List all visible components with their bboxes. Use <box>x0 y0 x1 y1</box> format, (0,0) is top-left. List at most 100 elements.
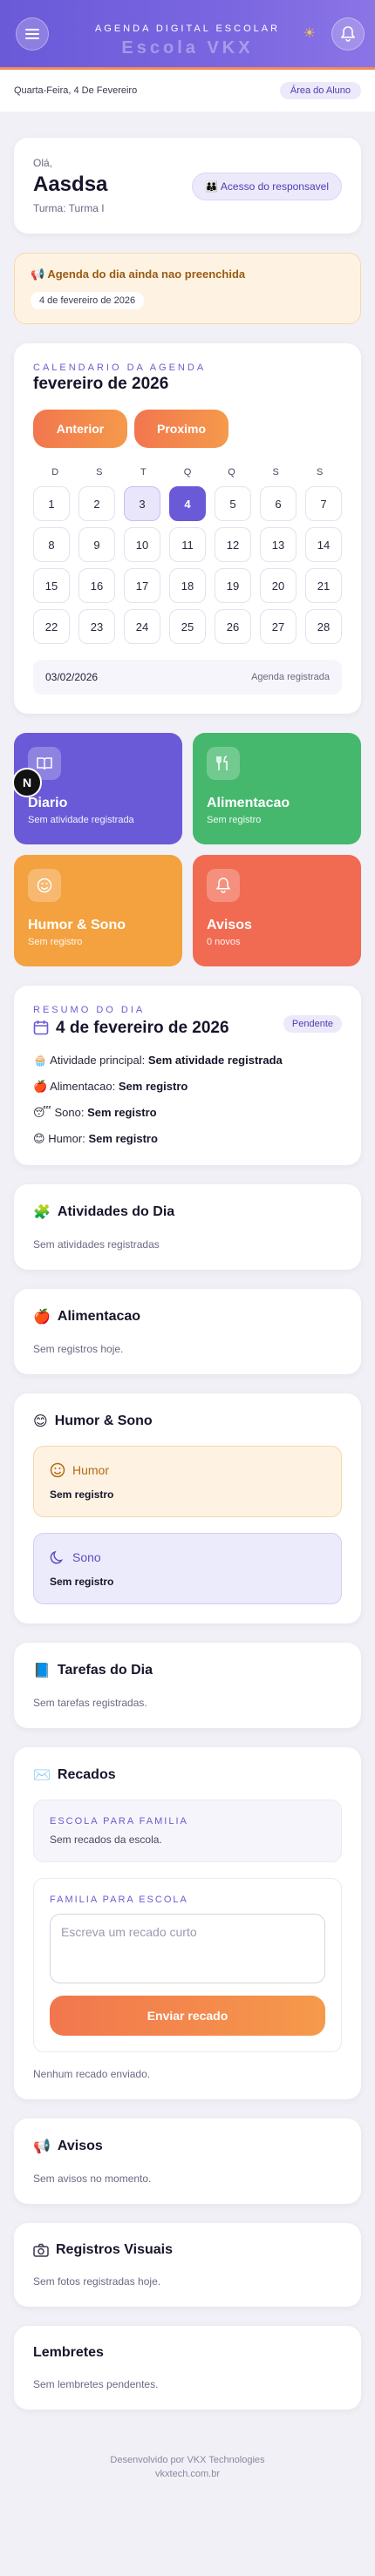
book-icon: 📘 <box>33 1664 51 1678</box>
section-title: Tarefas do Dia <box>57 1663 153 1678</box>
resumo-label: Alimentacao: <box>50 1080 116 1093</box>
calendar-day[interactable]: 25 <box>169 609 206 644</box>
resumo-row: 🧁 Atividade principal: Sem atividade reg… <box>33 1054 342 1068</box>
prev-month-button[interactable]: Anterior <box>33 410 127 448</box>
calendar-day[interactable]: 19 <box>215 568 251 603</box>
current-date: Quarta-Feira, 4 De Fevereiro <box>14 85 138 96</box>
calendar-day-registered[interactable]: 3 <box>124 486 160 521</box>
escola-recados-box: ESCOLA PARA FAMILIA Sem recados da escol… <box>33 1800 342 1862</box>
section-title: Humor & Sono <box>54 1413 153 1428</box>
calendar-icon <box>33 1020 49 1035</box>
resumo-value: Sem atividade registrada <box>147 1054 283 1067</box>
calendar-day[interactable]: 22 <box>33 609 70 644</box>
calendar-day[interactable]: 1 <box>33 486 70 521</box>
calendar-day[interactable]: 12 <box>215 527 251 562</box>
apple-icon: 🍎 <box>33 1080 48 1093</box>
section-title: Recados <box>57 1767 116 1782</box>
section-title: Alimentacao <box>57 1309 141 1324</box>
calendar-day[interactable]: 18 <box>169 568 206 603</box>
camera-icon <box>33 2243 49 2257</box>
tile-diario[interactable]: Diario Sem atividade registrada N <box>12 733 182 844</box>
humor-value: Sem registro <box>50 1488 114 1501</box>
smile-icon <box>50 1462 65 1478</box>
calendar-day[interactable]: 13 <box>260 527 297 562</box>
avisos-card: 📢 Avisos Sem avisos no momento. <box>14 2118 361 2204</box>
calendar-day[interactable]: 5 <box>215 486 251 521</box>
next-month-button[interactable]: Proximo <box>134 410 228 448</box>
recados-sent-text: Nenhum recado enviado. <box>33 2068 151 2080</box>
profile-card: Olá, Aasdsa Turma: Turma I 👪 Acesso do r… <box>14 138 361 234</box>
floating-n-badge[interactable]: N <box>12 768 42 797</box>
calendar-day[interactable]: 7 <box>305 486 342 521</box>
recado-input[interactable]: Escreva um recado curto <box>50 1914 325 1983</box>
bell-icon <box>207 869 240 902</box>
calendar-eyebrow: CALENDARIO DA AGENDA <box>33 363 207 373</box>
tile-alimentacao[interactable]: Alimentacao Sem registro <box>193 733 361 844</box>
tile-title: Alimentacao <box>207 796 290 810</box>
notifications-button[interactable] <box>331 17 365 51</box>
sun-icon[interactable]: ☀ <box>303 24 316 42</box>
calendar-day[interactable]: 27 <box>260 609 297 644</box>
resumo-row: 😊 Humor: Sem registro <box>33 1132 342 1146</box>
calendar-day[interactable]: 28 <box>305 609 342 644</box>
resumo-value: Sem registro <box>118 1080 188 1093</box>
calendar-day[interactable]: 24 <box>124 609 160 644</box>
calendar-day[interactable]: 16 <box>78 568 115 603</box>
area-aluno-pill[interactable]: Área do Aluno <box>279 82 361 99</box>
status-badge: Pendente <box>283 1015 342 1033</box>
weekday-header: D S T Q Q S S <box>33 467 342 478</box>
sleep-icon: 😴 <box>33 1106 51 1119</box>
tile-avisos[interactable]: Avisos 0 novos <box>193 855 361 966</box>
section-title: Lembretes <box>33 2345 104 2360</box>
sono-value: Sem registro <box>50 1576 114 1588</box>
calendar-footer: 03/02/2026 Agenda registrada <box>33 660 342 695</box>
date-input[interactable]: 03/02/2026 <box>45 671 98 683</box>
resumo-row: 🍎 Alimentacao: Sem registro <box>33 1080 342 1094</box>
section-title: Avisos <box>57 2139 103 2153</box>
tile-title: Avisos <box>207 918 252 932</box>
tile-subtitle: Sem registro <box>207 815 262 825</box>
date-bar: Quarta-Feira, 4 De Fevereiro Área do Alu… <box>0 70 375 112</box>
moon-icon <box>50 1550 64 1564</box>
calendar-day[interactable]: 11 <box>169 527 206 562</box>
weekday-label: D <box>51 467 59 478</box>
calendar-day[interactable]: 10 <box>124 527 160 562</box>
weekday-label: Q <box>228 467 235 478</box>
section-text: Sem lembretes pendentes. <box>33 2378 159 2390</box>
quick-tiles: Diario Sem atividade registrada N Alimen… <box>12 733 361 966</box>
footer-link[interactable]: vkxtech.com.br <box>0 2467 375 2481</box>
alert-date: 4 de fevereiro de 2026 <box>31 292 145 309</box>
bell-icon <box>341 26 355 42</box>
agenda-alert: 📢 Agenda do dia ainda nao preenchida 4 d… <box>14 253 361 324</box>
escola-text: Sem recados da escola. <box>50 1834 162 1846</box>
section-title: Registros Visuais <box>56 2242 173 2257</box>
resumo-value: Sem registro <box>87 1106 157 1119</box>
calendar-day[interactable]: 26 <box>215 609 251 644</box>
weekday-label: S <box>96 467 103 478</box>
humor-label: Humor <box>72 1463 110 1477</box>
calendar-day[interactable]: 15 <box>33 568 70 603</box>
send-recado-button[interactable]: Enviar recado <box>50 1996 325 2036</box>
section-text: Sem avisos no momento. <box>33 2173 152 2185</box>
app-header: AGENDA DIGITAL ESCOLAR Escola VKX ☀ <box>0 0 375 70</box>
calendar-day[interactable]: 8 <box>33 527 70 562</box>
resumo-eyebrow: RESUMO DO DIA <box>33 1005 146 1015</box>
school-name: Escola VKX <box>121 38 254 58</box>
calendar-day[interactable]: 17 <box>124 568 160 603</box>
calendar-day[interactable]: 23 <box>78 609 115 644</box>
tile-humor-sono[interactable]: Humor & Sono Sem registro <box>14 855 182 966</box>
calendar-day[interactable]: 6 <box>260 486 297 521</box>
familia-recados-box: FAMILIA PARA ESCOLA Escreva um recado cu… <box>33 1878 342 2052</box>
calendar-card: CALENDARIO DA AGENDA fevereiro de 2026 A… <box>14 343 361 714</box>
calendar-day-today[interactable]: 4 <box>169 486 206 521</box>
tile-title: Diario <box>28 796 68 810</box>
calendar-month: fevereiro de 2026 <box>33 375 169 393</box>
calendar-day[interactable]: 21 <box>305 568 342 603</box>
calendar-day[interactable]: 20 <box>260 568 297 603</box>
calendar-day[interactable]: 14 <box>305 527 342 562</box>
responsavel-access-button[interactable]: 👪 Acesso do responsavel <box>192 173 342 200</box>
turma-label: Turma: Turma I <box>33 202 105 214</box>
resumo-row: 😴 Sono: Sem registro <box>33 1106 342 1120</box>
calendar-day[interactable]: 2 <box>78 486 115 521</box>
calendar-day[interactable]: 9 <box>78 527 115 562</box>
